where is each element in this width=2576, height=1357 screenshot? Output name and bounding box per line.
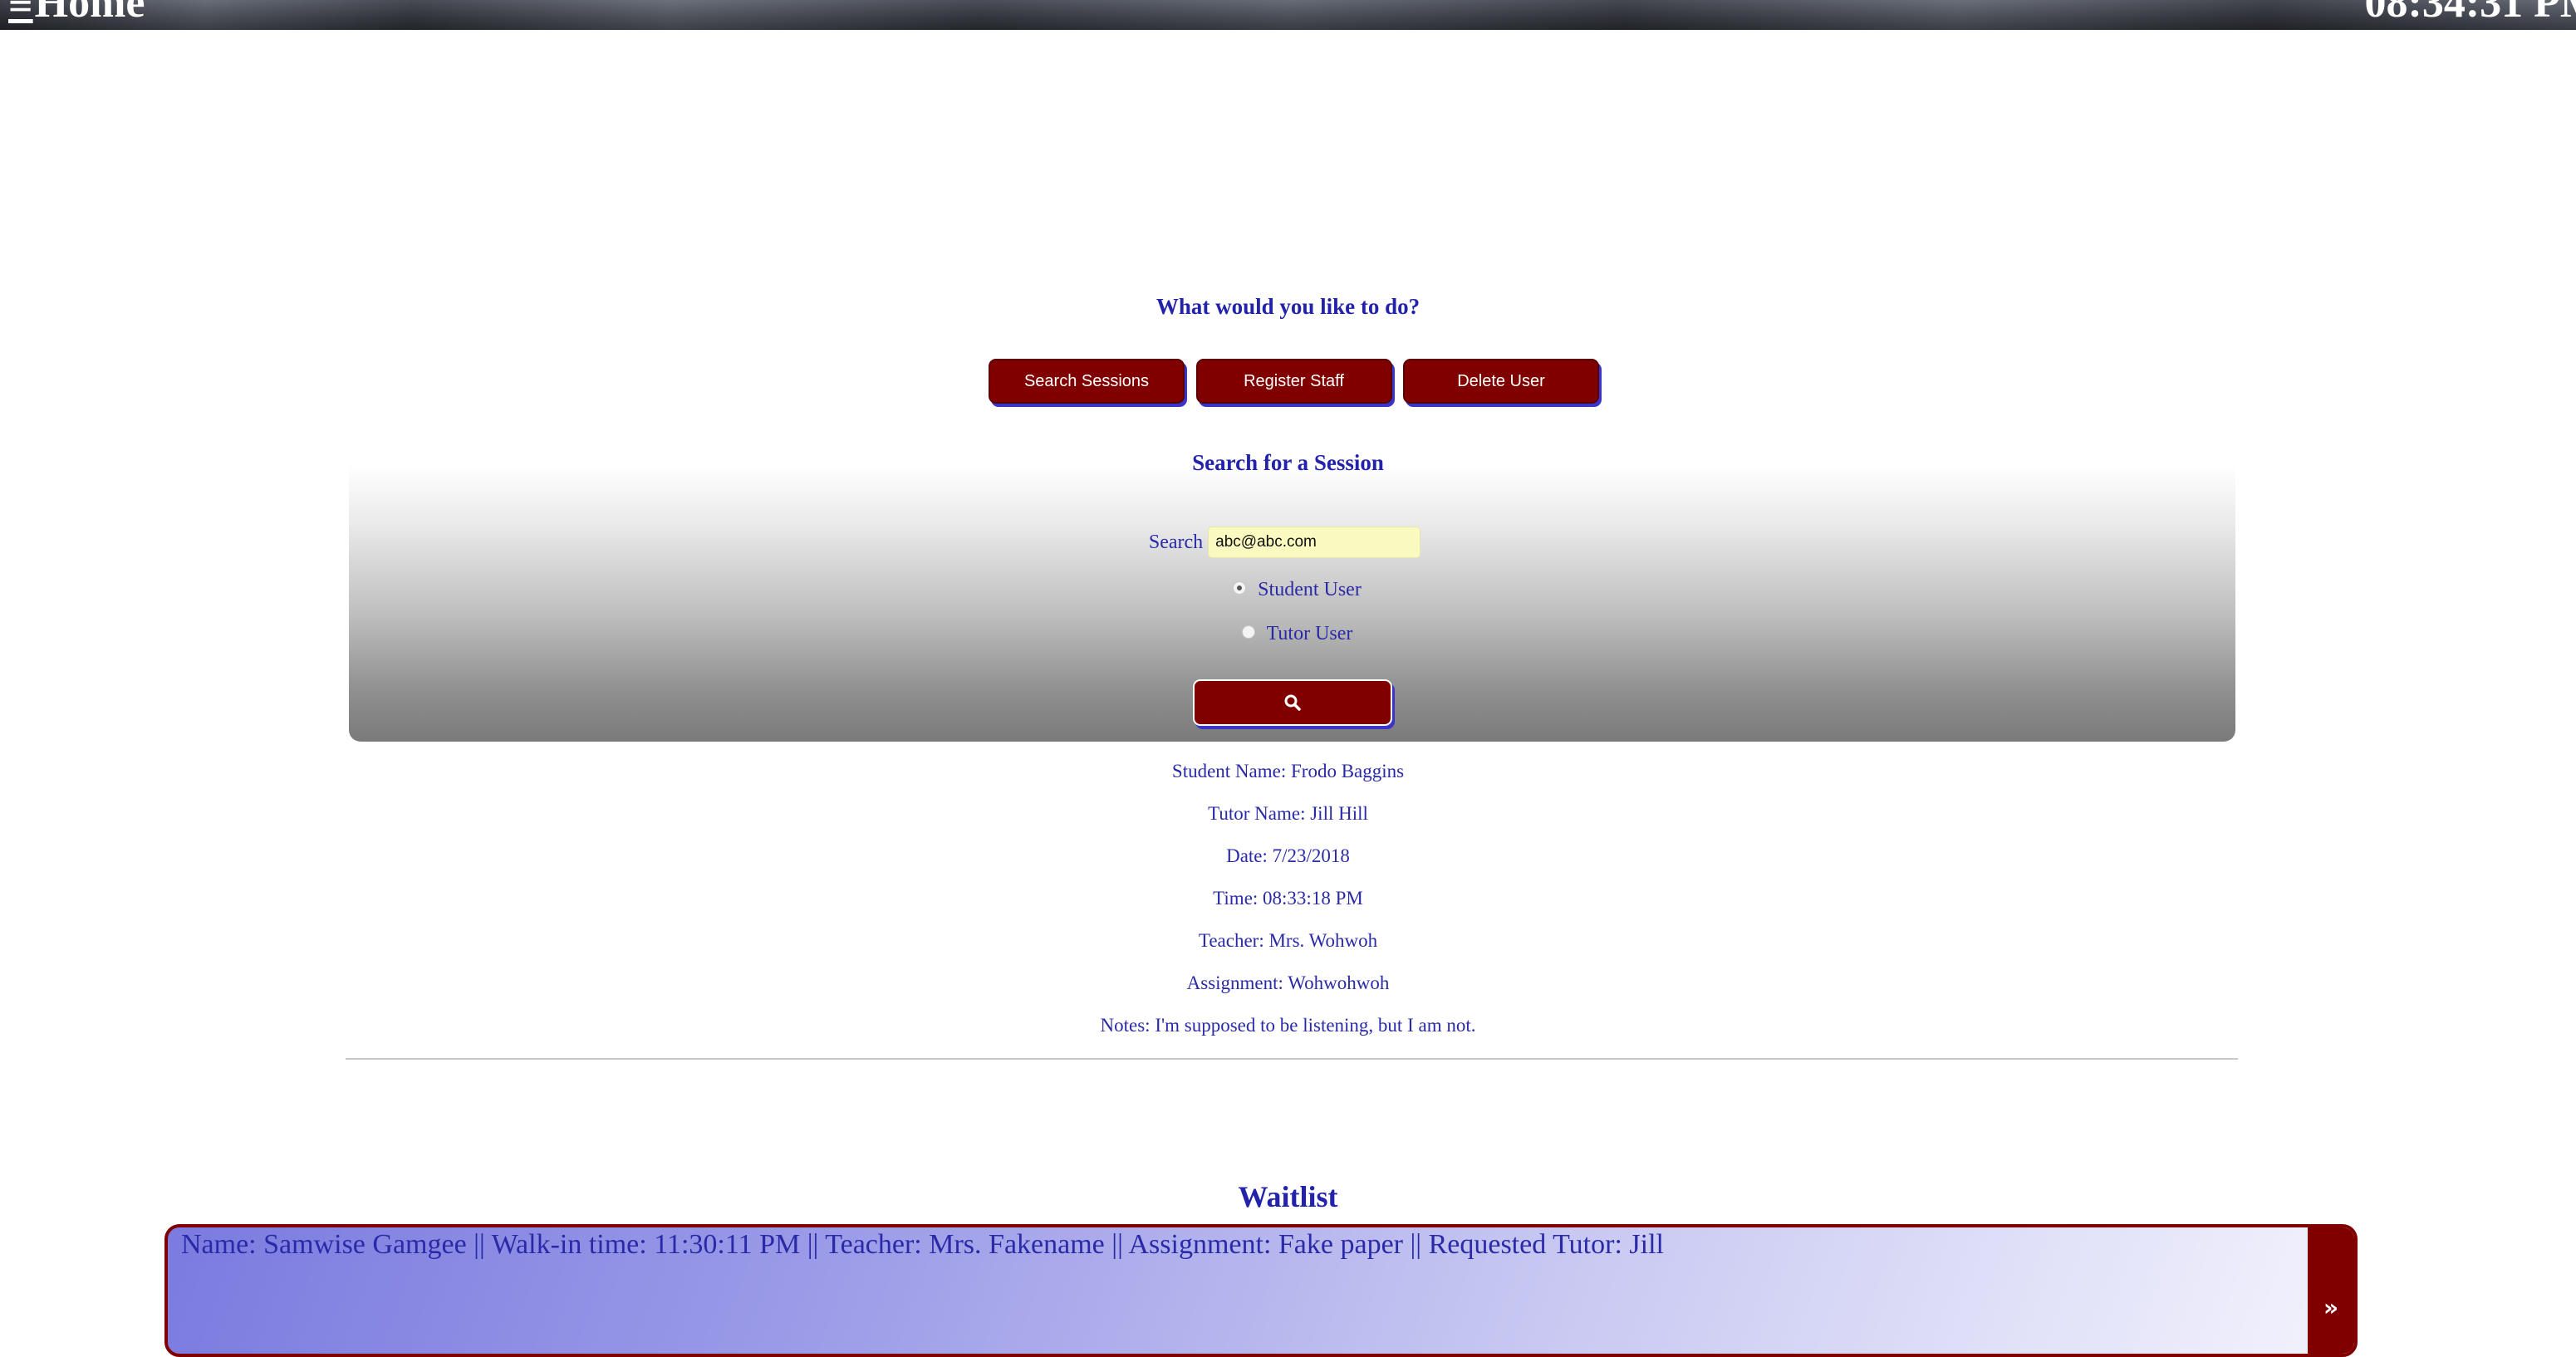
search-row: Search bbox=[0, 527, 2576, 558]
waitlist-entry-text: Name: Samwise Gamgee || Walk-in time: 11… bbox=[181, 1229, 1664, 1260]
result-student-name: Student Name: Frodo Baggins bbox=[1171, 761, 1405, 781]
tutor-user-label: Tutor User bbox=[1266, 623, 1353, 644]
register-staff-button[interactable]: Register Staff bbox=[1195, 359, 1392, 404]
waitlist-next-button[interactable]: » bbox=[2308, 1227, 2354, 1354]
result-assignment: Assignment: Wohwohwoh bbox=[1186, 972, 1390, 993]
clock: 08:34:31 PM bbox=[2364, 0, 2576, 27]
search-sessions-button[interactable]: Search Sessions bbox=[989, 359, 1185, 404]
student-user-label: Student User bbox=[1258, 579, 1362, 600]
student-user-radio[interactable] bbox=[1233, 581, 1247, 595]
search-title: Search for a Session bbox=[1192, 450, 1384, 475]
result-time: Time: 08:33:18 PM bbox=[1213, 888, 1363, 909]
home-link[interactable]: ≡Home bbox=[8, 0, 145, 28]
search-icon bbox=[1284, 694, 1301, 711]
result-tutor-name: Tutor Name: Jill Hill bbox=[1208, 803, 1368, 824]
home-label[interactable]: Home bbox=[35, 0, 145, 27]
delete-user-button[interactable]: Delete User bbox=[1403, 359, 1599, 404]
menu-icon[interactable]: ≡ bbox=[8, 0, 33, 28]
search-label: Search bbox=[1148, 531, 1204, 553]
waitlist-entry: Name: Samwise Gamgee || Walk-in time: 11… bbox=[164, 1224, 2358, 1357]
result-teacher: Teacher: Mrs. Wohwoh bbox=[1198, 930, 1378, 951]
result-notes: Notes: I'm supposed to be listening, but… bbox=[1100, 1015, 1476, 1036]
student-user-option[interactable]: Student User bbox=[0, 579, 2576, 601]
top-bar: ≡Home 08:34:31 PM bbox=[0, 0, 2576, 30]
tutor-user-radio[interactable] bbox=[1241, 625, 1255, 639]
result-date: Date: 7/23/2018 bbox=[1226, 845, 1350, 866]
search-submit-button[interactable] bbox=[1193, 679, 1392, 726]
waitlist-title: Waitlist bbox=[1238, 1180, 1338, 1213]
double-chevron-right-icon: » bbox=[2323, 1293, 2339, 1321]
search-input[interactable] bbox=[1208, 527, 1421, 558]
action-buttons: Search Sessions Register Staff Delete Us… bbox=[989, 359, 1599, 404]
tutor-user-option[interactable]: Tutor User bbox=[0, 623, 2576, 645]
prompt-heading: What would you like to do? bbox=[1156, 294, 1420, 319]
divider bbox=[346, 1058, 2238, 1060]
